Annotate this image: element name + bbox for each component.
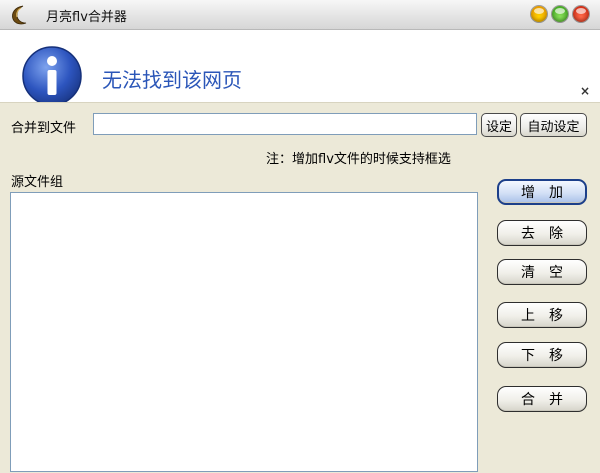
close-icon[interactable] [573,6,589,22]
move-up-button[interactable]: 上移 [497,302,587,328]
remove-button[interactable]: 去除 [497,220,587,246]
merge-to-file-label: 合并到文件 [11,121,77,136]
auto-set-button[interactable]: 自动设定 [520,113,587,137]
merge-button[interactable]: 合并 [497,386,587,412]
dismiss-icon[interactable]: × [580,84,590,98]
clear-button[interactable]: 清空 [497,259,587,285]
source-file-list[interactable] [10,192,478,472]
moon-icon [8,4,30,26]
note-text: 注：增加flv文件的时候支持框选 [266,152,451,167]
error-message: 无法找到该网页 [102,68,242,92]
maximize-icon[interactable] [552,6,568,22]
window-title: 月亮flv合并器 [46,10,127,25]
info-icon [21,45,83,107]
set-button[interactable]: 设定 [481,113,517,137]
merge-to-file-input[interactable] [93,113,477,135]
source-group-label: 源文件组 [11,175,64,190]
error-page: 无法找到该网页 × [0,30,600,106]
minimize-icon[interactable] [531,6,547,22]
move-down-button[interactable]: 下移 [497,342,587,368]
title-bar: 月亮flv合并器 [0,0,600,30]
add-button[interactable]: 增加 [497,179,587,205]
